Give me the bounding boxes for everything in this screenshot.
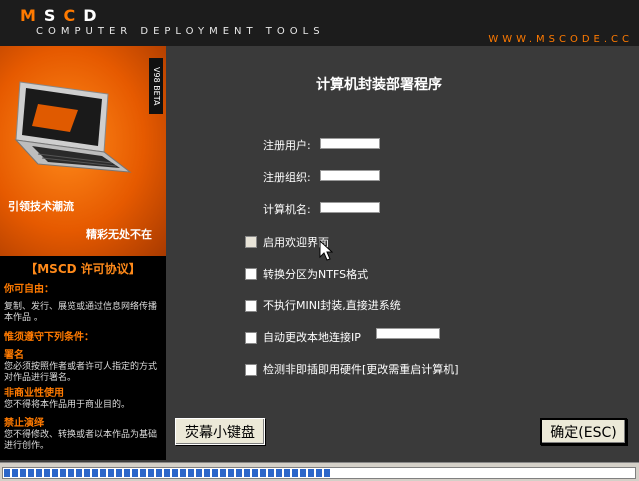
license-heading-noncommercial: 非商业性使用: [4, 388, 64, 399]
version-badge: V98 BETA: [149, 58, 163, 114]
auto-ip-checkbox[interactable]: [245, 332, 257, 344]
license-heading-freedom: 你可自由：: [4, 284, 54, 295]
progress-block: [284, 469, 290, 477]
mouse-cursor-icon: [319, 240, 333, 261]
progress-block: [244, 469, 250, 477]
progress-block: [100, 469, 106, 477]
license-heading-noderivs: 禁止演绎: [4, 418, 44, 429]
logo-letter-m: M: [20, 6, 44, 25]
progress-block: [52, 469, 58, 477]
ok-button[interactable]: 确定(ESC): [540, 418, 627, 445]
progress-block: [84, 469, 90, 477]
progress-block: [140, 469, 146, 477]
onscreen-keyboard-button[interactable]: 荧幕小键盘: [175, 418, 265, 445]
progress-block: [300, 469, 306, 477]
progress-block: [268, 469, 274, 477]
registered-user-input[interactable]: [320, 138, 380, 149]
detect-hardware-checkbox[interactable]: [245, 364, 257, 376]
progress-block: [36, 469, 42, 477]
progress-block: [292, 469, 298, 477]
progress-block: [108, 469, 114, 477]
registered-org-label: 注册组织:: [263, 171, 311, 184]
app-tagline: COMPUTER DEPLOYMENT TOOLS: [36, 26, 325, 37]
logo-letter-c: C: [63, 6, 84, 25]
left-panel: V98 BETA 引领技术潮流 精彩无处不在 【MSCD 许可协议】 你可自由：…: [0, 46, 166, 460]
license-title: 【MSCD 许可协议】: [25, 262, 141, 276]
detect-hardware-label: 检测非即插即用硬件[更改需重启计算机]: [263, 363, 459, 376]
progress-block: [60, 469, 66, 477]
license-heading-conditions: 惟须遵守下列条件：: [4, 332, 94, 343]
progress-block: [76, 469, 82, 477]
skip-mini-checkbox[interactable]: [245, 300, 257, 312]
progress-block: [316, 469, 322, 477]
progress-block: [44, 469, 50, 477]
website-url: WWW.MSCODE.CC: [488, 34, 633, 45]
computer-name-input[interactable]: [320, 202, 380, 213]
license-text-freedom: 复制、发行、展览或通过信息网络传播本作品 。: [4, 302, 158, 323]
progress-block: [196, 469, 202, 477]
license-text-noncommercial: 您不得将本作品用于商业目的。: [4, 400, 131, 410]
promo-slogan-2: 精彩无处不在: [86, 228, 152, 241]
progress-block: [132, 469, 138, 477]
progress-block: [28, 469, 34, 477]
progress-bar: [0, 462, 639, 481]
progress-block: [116, 469, 122, 477]
progress-block: [324, 469, 330, 477]
progress-block: [252, 469, 258, 477]
welcome-screen-checkbox[interactable]: [245, 236, 257, 248]
progress-block: [236, 469, 242, 477]
progress-track: [2, 467, 636, 479]
logo-letter-d: D: [83, 6, 105, 25]
registered-org-input[interactable]: [320, 170, 380, 181]
license-heading-attribution: 署名: [4, 350, 24, 361]
progress-block: [4, 469, 10, 477]
progress-block: [220, 469, 226, 477]
progress-block: [124, 469, 130, 477]
progress-block: [212, 469, 218, 477]
app-logo: MSCD: [20, 6, 104, 25]
laptop-illustration: [14, 81, 132, 173]
progress-block: [148, 469, 154, 477]
promo-slogan-1: 引领技术潮流: [8, 200, 74, 213]
progress-block: [156, 469, 162, 477]
progress-block: [260, 469, 266, 477]
progress-block: [12, 469, 18, 477]
page-title: 计算机封装部署程序: [316, 77, 442, 93]
progress-block: [92, 469, 98, 477]
logo-letter-s: S: [43, 6, 64, 25]
computer-name-label: 计算机名:: [263, 203, 311, 216]
registered-user-label: 注册用户:: [263, 139, 311, 152]
promo-banner: V98 BETA 引领技术潮流 精彩无处不在: [0, 46, 166, 256]
progress-block: [20, 469, 26, 477]
progress-block: [204, 469, 210, 477]
progress-block: [68, 469, 74, 477]
skip-mini-label: 不执行MINI封装,直接进系统: [263, 299, 401, 312]
progress-block: [308, 469, 314, 477]
convert-ntfs-checkbox[interactable]: [245, 268, 257, 280]
progress-block: [172, 469, 178, 477]
license-text-noderivs: 您不得修改、转换或者以本作品为基础进行创作。: [4, 430, 158, 451]
progress-block: [180, 469, 186, 477]
progress-block: [276, 469, 282, 477]
convert-ntfs-label: 转换分区为NTFS格式: [263, 268, 369, 281]
progress-fill: [4, 469, 330, 477]
header-bar: MSCD COMPUTER DEPLOYMENT TOOLS WWW.MSCOD…: [0, 0, 639, 46]
auto-ip-label: 自动更改本地连接IP: [263, 331, 361, 344]
license-text-attribution: 您必须按照作者或者许可人指定的方式对作品进行署名。: [4, 362, 158, 383]
ip-address-input[interactable]: [376, 328, 440, 339]
progress-block: [228, 469, 234, 477]
progress-block: [164, 469, 170, 477]
progress-block: [188, 469, 194, 477]
